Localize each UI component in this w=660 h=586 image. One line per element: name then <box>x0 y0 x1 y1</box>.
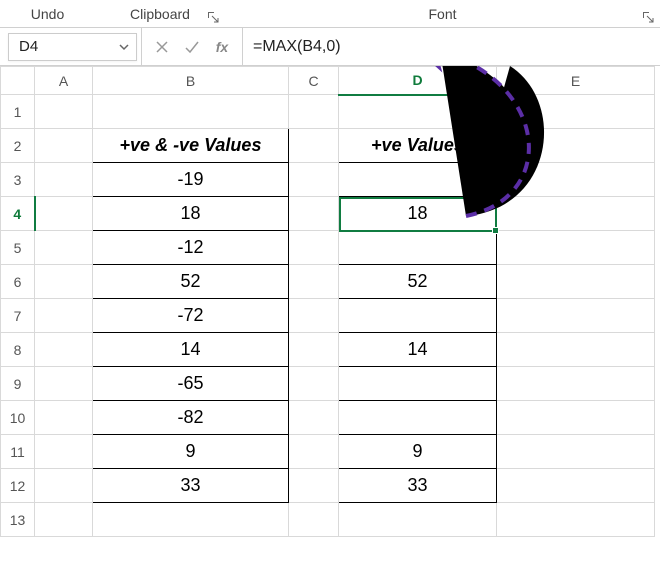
cell-D9[interactable] <box>339 367 497 401</box>
name-box[interactable]: D4 <box>8 33 137 61</box>
cell-B9[interactable]: -65 <box>93 367 289 401</box>
select-all-corner[interactable] <box>1 67 35 95</box>
insert-function-button[interactable]: fx <box>212 37 232 57</box>
formula-bar-buttons: fx <box>142 28 243 65</box>
row-header[interactable]: 9 <box>1 367 35 401</box>
cell-D8[interactable]: 14 <box>339 333 497 367</box>
chevron-down-icon[interactable] <box>118 41 130 53</box>
column-header-row: A B C D E <box>1 67 655 95</box>
cell-D3[interactable] <box>339 163 497 197</box>
row-header[interactable]: 7 <box>1 299 35 333</box>
font-launcher-icon[interactable] <box>642 11 654 23</box>
ribbon-group-undo-label: Undo <box>31 6 64 22</box>
col-header-B[interactable]: B <box>93 67 289 95</box>
row-header[interactable]: 13 <box>1 503 35 537</box>
col-header-C[interactable]: C <box>289 67 339 95</box>
row-header[interactable]: 11 <box>1 435 35 469</box>
name-box-value: D4 <box>19 38 38 55</box>
cell-B7[interactable]: -72 <box>93 299 289 333</box>
row-header[interactable]: 6 <box>1 265 35 299</box>
row-header[interactable]: 5 <box>1 231 35 265</box>
ribbon-group-clipboard[interactable]: Clipboard <box>95 0 225 27</box>
row-header[interactable]: 8 <box>1 333 35 367</box>
cell-B6[interactable]: 52 <box>93 265 289 299</box>
ribbon-group-labels: Undo Clipboard Font <box>0 0 660 28</box>
spreadsheet-grid[interactable]: A B C D E 1 2 +ve & -ve Values +ve Value… <box>0 66 655 537</box>
col-header-A[interactable]: A <box>35 67 93 95</box>
cell-B5[interactable]: -12 <box>93 231 289 265</box>
clipboard-launcher-icon[interactable] <box>207 11 219 23</box>
row-header[interactable]: 1 <box>1 95 35 129</box>
cell-D11[interactable]: 9 <box>339 435 497 469</box>
ribbon-group-font-label: Font <box>428 6 456 22</box>
formula-text: =MAX(B4,0) <box>253 38 341 56</box>
row-header[interactable]: 12 <box>1 469 35 503</box>
row-header[interactable]: 2 <box>1 129 35 163</box>
cell-D4[interactable]: 18 <box>339 197 497 231</box>
cell-B10[interactable]: -82 <box>93 401 289 435</box>
col-header-D[interactable]: D <box>339 67 497 95</box>
row-header[interactable]: 10 <box>1 401 35 435</box>
ribbon-group-font[interactable]: Font <box>225 0 660 27</box>
row-header[interactable]: 4 <box>1 197 35 231</box>
cell-B8[interactable]: 14 <box>93 333 289 367</box>
col-header-E[interactable]: E <box>497 67 655 95</box>
formula-input[interactable]: =MAX(B4,0) <box>243 28 660 65</box>
cell-D6[interactable]: 52 <box>339 265 497 299</box>
cell-D10[interactable] <box>339 401 497 435</box>
grid-wrap: A B C D E 1 2 +ve & -ve Values +ve Value… <box>0 66 660 537</box>
formula-bar-row: D4 fx =MAX(B4,0) <box>0 28 660 66</box>
cell-B4[interactable]: 18 <box>93 197 289 231</box>
name-box-wrap: D4 <box>0 28 142 65</box>
row-header[interactable]: 3 <box>1 163 35 197</box>
enter-icon[interactable] <box>182 37 202 57</box>
table-d-header[interactable]: +ve Values <box>339 129 497 163</box>
ribbon-group-undo[interactable]: Undo <box>0 0 95 27</box>
fx-label: fx <box>216 39 228 55</box>
cancel-icon[interactable] <box>152 37 172 57</box>
cell-B11[interactable]: 9 <box>93 435 289 469</box>
cell-B12[interactable]: 33 <box>93 469 289 503</box>
cell-B3[interactable]: -19 <box>93 163 289 197</box>
table-b-header[interactable]: +ve & -ve Values <box>93 129 289 163</box>
ribbon-group-clipboard-label: Clipboard <box>130 6 190 22</box>
cell-D5[interactable] <box>339 231 497 265</box>
cell-D12[interactable]: 33 <box>339 469 497 503</box>
cell-D7[interactable] <box>339 299 497 333</box>
